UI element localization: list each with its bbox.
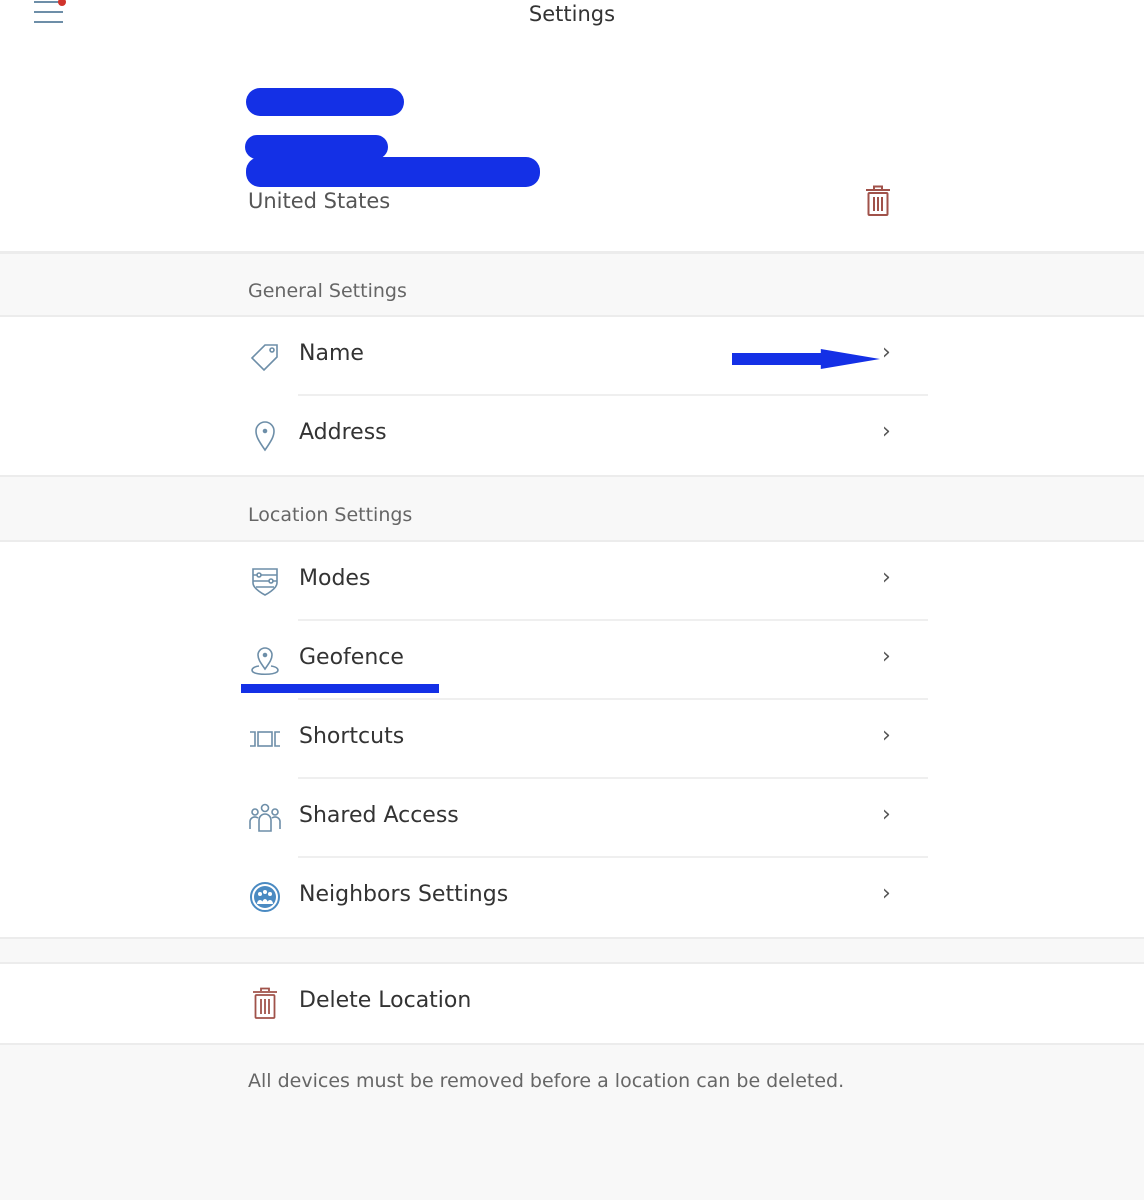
row-label: Name: [299, 341, 364, 366]
settings-row-name[interactable]: Name ›: [0, 317, 1144, 396]
settings-row-shortcuts[interactable]: Shortcuts ›: [0, 700, 1144, 779]
delete-footnote: All devices must be removed before a loc…: [248, 1070, 845, 1092]
settings-row-geofence[interactable]: Geofence ›: [0, 621, 1144, 700]
redacted-location-name: [246, 88, 404, 116]
row-label: Address: [299, 420, 387, 445]
row-label: Delete Location: [299, 988, 472, 1013]
chevron-right-icon: ›: [882, 881, 891, 906]
chevron-right-icon: ›: [882, 419, 891, 444]
row-label: Neighbors Settings: [299, 882, 509, 907]
settings-row-address[interactable]: Address ›: [0, 396, 1144, 475]
settings-row-neighbors[interactable]: Neighbors Settings ›: [0, 858, 1144, 937]
location-header: United States: [0, 40, 1144, 254]
delete-group: Delete Location: [0, 962, 1144, 1045]
section-label-general: General Settings: [248, 280, 407, 302]
redacted-name-value: [732, 349, 880, 369]
shortcuts-icon: [250, 731, 280, 747]
page-title: Settings: [528, 2, 616, 26]
chevron-right-icon: ›: [882, 723, 891, 748]
row-label: Geofence: [299, 645, 404, 670]
settings-row-shared-access[interactable]: Shared Access ›: [0, 779, 1144, 858]
top-bar: Settings: [0, 0, 1144, 40]
section-label-location: Location Settings: [248, 504, 413, 526]
neighbors-icon: [250, 882, 280, 912]
delete-location-button[interactable]: [864, 185, 892, 217]
settings-row-modes[interactable]: Modes ›: [0, 542, 1144, 621]
location-settings-group: Modes › Geofence › Shortcuts › Shared Ac…: [0, 540, 1144, 939]
chevron-right-icon: ›: [882, 802, 891, 827]
redacted-address-line: [245, 135, 388, 159]
trash-icon: [253, 987, 277, 1019]
trash-icon: [866, 185, 890, 216]
row-label: Shortcuts: [299, 724, 405, 749]
geofence-highlight-underline: [241, 684, 439, 693]
chevron-right-icon: ›: [882, 340, 891, 365]
map-pin-icon: [255, 421, 275, 452]
redacted-address-line-2: [246, 157, 540, 187]
chevron-right-icon: ›: [882, 644, 891, 669]
general-settings-group: Name › Address ›: [0, 315, 1144, 477]
tag-icon: [250, 344, 278, 372]
delete-location-row[interactable]: Delete Location: [0, 964, 1144, 1043]
users-icon: [249, 803, 281, 832]
row-label: Shared Access: [299, 803, 459, 828]
row-label: Modes: [299, 566, 371, 591]
country-text: United States: [248, 189, 391, 213]
shield-modes-icon: [252, 568, 278, 596]
chevron-right-icon: ›: [882, 565, 891, 590]
geofence-icon: [251, 647, 279, 676]
